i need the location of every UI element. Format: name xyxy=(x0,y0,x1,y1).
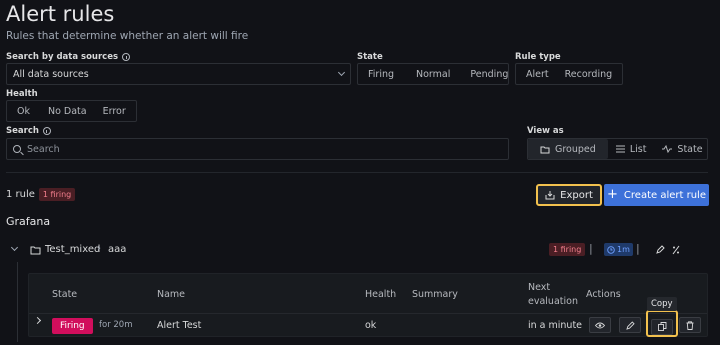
column-header-health: Health xyxy=(365,289,397,300)
folder-open-icon xyxy=(30,246,41,255)
view-button[interactable] xyxy=(589,317,611,333)
eye-icon xyxy=(595,322,605,328)
rule-group-row: Test_mixed › aaa 1 firing | 1m | xyxy=(0,241,720,261)
state-option-normal[interactable]: Normal xyxy=(406,69,460,80)
ruletype-filter: Alert Recording xyxy=(515,63,623,85)
page-title: Alert rules xyxy=(6,2,115,26)
health-label: Health xyxy=(6,89,38,99)
column-header-actions: Actions xyxy=(586,289,621,300)
rules-summary: 1 rule 1 firing xyxy=(6,188,76,201)
datasource-value: All data sources xyxy=(13,68,89,80)
view-as-label: View as xyxy=(527,126,564,136)
group-firing-badge: 1 firing xyxy=(549,243,586,256)
copy-button[interactable] xyxy=(646,310,678,337)
table-row[interactable]: Firing for 20m Alert Test ok in a minute xyxy=(29,310,707,337)
group-name: aaa xyxy=(108,244,127,255)
ruletype-option-alert[interactable]: Alert xyxy=(516,69,559,80)
copy-button-inner xyxy=(651,318,673,335)
view-option-grouped[interactable]: Grouped xyxy=(528,139,608,159)
column-header-state: State xyxy=(52,289,78,300)
state-duration: for 20m xyxy=(99,320,133,330)
state-badge: Firing xyxy=(52,318,93,334)
view-option-state[interactable]: State xyxy=(654,139,710,159)
tree-connector xyxy=(17,262,18,342)
next-evaluation: in a minute xyxy=(528,320,583,331)
chevron-down-icon[interactable] xyxy=(10,243,19,252)
interval-badge: 1m xyxy=(604,243,633,256)
state-filter: Firing Normal Pending xyxy=(357,63,509,85)
trash-icon xyxy=(686,320,694,330)
edit-icon[interactable] xyxy=(655,245,665,255)
plus-icon: + xyxy=(607,187,618,202)
datasource-label: Search by data sources xyxy=(6,52,131,62)
export-button[interactable]: Export xyxy=(536,184,602,206)
rule-health: ok xyxy=(365,320,377,331)
ruletype-label: Rule type xyxy=(515,52,561,62)
column-header-summary: Summary xyxy=(412,289,458,300)
state-label: State xyxy=(357,52,383,62)
section-title: Grafana xyxy=(6,215,51,228)
column-header-name: Name xyxy=(157,289,186,300)
rule-count: 1 rule xyxy=(6,189,35,200)
folder-name[interactable]: Test_mixed xyxy=(45,244,100,255)
divider xyxy=(6,172,708,173)
search-input[interactable]: Search xyxy=(6,138,509,160)
chevron-right-icon[interactable] xyxy=(33,316,42,325)
firing-badge: 1 firing xyxy=(38,188,76,201)
folder-icon xyxy=(540,146,550,153)
edit-rule-button[interactable] xyxy=(619,317,641,333)
chevron-down-icon xyxy=(337,68,346,77)
state-option-pending[interactable]: Pending xyxy=(460,69,518,80)
percent-icon[interactable] xyxy=(672,245,680,255)
pencil-icon xyxy=(625,320,635,330)
view-as-toggle: Grouped List State xyxy=(527,138,708,160)
separator: | xyxy=(636,242,640,255)
info-icon[interactable] xyxy=(42,127,51,135)
column-header-next-evaluation: Next evaluation xyxy=(528,282,578,307)
search-placeholder: Search xyxy=(27,143,60,155)
rule-name: Alert Test xyxy=(157,320,202,331)
search-label: Search xyxy=(6,126,51,136)
breadcrumb-separator: › xyxy=(97,243,101,254)
create-alert-rule-button[interactable]: + Create alert rule xyxy=(604,184,709,206)
pulse-icon xyxy=(662,145,673,153)
copy-icon xyxy=(657,322,666,331)
health-option-nodata[interactable]: No Data xyxy=(40,106,95,117)
ruletype-option-recording[interactable]: Recording xyxy=(559,69,619,80)
state-option-firing[interactable]: Firing xyxy=(358,69,406,80)
export-icon xyxy=(545,191,555,200)
separator: | xyxy=(589,242,593,255)
health-option-ok[interactable]: Ok xyxy=(7,106,40,117)
search-icon xyxy=(13,145,21,153)
health-filter: Ok No Data Error xyxy=(6,100,137,122)
rules-table: State Name Health Summary Next evaluatio… xyxy=(28,273,708,337)
view-option-list[interactable]: List xyxy=(608,139,655,159)
list-icon xyxy=(615,145,625,153)
delete-button[interactable] xyxy=(679,317,701,333)
datasource-select[interactable]: All data sources xyxy=(6,63,351,85)
clock-icon xyxy=(607,245,615,254)
info-icon[interactable] xyxy=(122,53,131,61)
health-option-error[interactable]: Error xyxy=(95,106,134,117)
copy-tooltip: Copy xyxy=(647,297,677,311)
page-subtitle: Rules that determine whether an alert wi… xyxy=(6,30,249,42)
